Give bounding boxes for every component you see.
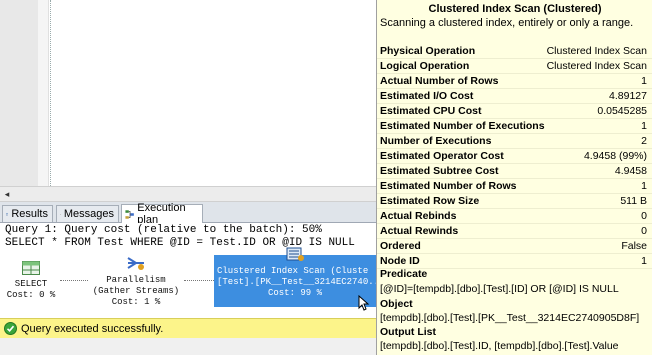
output-list-label: Output List: [380, 326, 436, 338]
tooltip-properties: Physical Operation Clustered Index Scan Lo…: [377, 44, 652, 269]
tooltip-property-row: Estimated I/O Cost 4.89127: [377, 89, 652, 104]
editor-outline-guide: [50, 0, 51, 186]
plan-node-select-name: SELECT: [14, 279, 48, 289]
object-value: [tempdb].[dbo].[Test].[PK__Test__3214EC2…: [380, 312, 640, 324]
results-tab-bar: Results Messages Execution plan: [0, 202, 376, 226]
property-value: 1: [641, 120, 647, 132]
tooltip-property-row: Logical Operation Clustered Index Scan: [377, 59, 652, 74]
property-name: Estimated I/O Cost: [380, 90, 474, 102]
property-name: Estimated Row Size: [380, 195, 480, 207]
window-bottom-area: [0, 338, 376, 355]
status-bar: Query executed successfully.: [0, 318, 376, 338]
plan-node-cis-object: [Test].[PK__Test__3214EC2740...: [217, 277, 385, 287]
plan-node-parallelism[interactable]: Parallelism (Gather Streams) Cost: 1 %: [86, 257, 186, 308]
tooltip-property-row: Actual Number of Rows 1: [377, 74, 652, 89]
plan-node-select-cost: Cost: 0 %: [6, 290, 56, 300]
tooltip-property-row: Number of Executions 2: [377, 134, 652, 149]
tab-messages-label: Messages: [63, 208, 114, 220]
property-value: Clustered Index Scan: [546, 60, 647, 72]
property-value: 1: [641, 180, 647, 192]
clustered-index-scan-icon: [286, 247, 304, 261]
plan-node-clustered-index-scan[interactable]: Clustered Index Scan (Cluste [Test].[PK_…: [214, 247, 385, 307]
parallelism-operator-icon: [127, 257, 144, 270]
property-name: Actual Rebinds: [380, 210, 457, 222]
plan-connector: [60, 280, 88, 281]
property-name: Estimated Number of Executions: [380, 120, 545, 132]
property-name: Estimated Operator Cost: [380, 150, 504, 162]
property-name: Logical Operation: [380, 60, 470, 72]
predicate-label: Predicate: [380, 268, 428, 280]
property-name: Estimated CPU Cost: [380, 105, 482, 117]
property-value: 2: [641, 135, 647, 147]
property-value: 4.9458 (99%): [583, 150, 647, 162]
property-value: False: [621, 240, 647, 252]
property-value: 1: [641, 75, 647, 87]
tooltip-property-row: Estimated Row Size 511 B: [377, 194, 652, 209]
success-check-icon: [4, 322, 17, 335]
tab-results-label: Results: [11, 208, 48, 220]
tooltip-property-row: Estimated Number of Rows 1: [377, 179, 652, 194]
tooltip-property-row: Ordered False: [377, 239, 652, 254]
tab-messages[interactable]: Messages: [56, 205, 119, 222]
property-name: Ordered: [380, 240, 421, 252]
operator-tooltip: Clustered Index Scan (Clustered) Scannin…: [376, 0, 652, 355]
predicate-value: [@ID]=[tempdb].[dbo].[Test].[ID] OR [@ID…: [380, 283, 619, 295]
output-list-value: [tempdb].[dbo].[Test].ID, [tempdb].[dbo]…: [380, 340, 619, 352]
plan-connector: [184, 280, 216, 281]
property-name: Actual Number of Rows: [380, 75, 499, 87]
tooltip-property-row: Actual Rewinds 0: [377, 224, 652, 239]
property-value: 0: [641, 225, 647, 237]
property-value: 4.89127: [609, 90, 647, 102]
plan-node-cis-cost: Cost: 99 %: [267, 288, 322, 298]
tooltip-title: Clustered Index Scan (Clustered): [428, 3, 602, 15]
plan-node-parallelism-detail: (Gather Streams): [92, 286, 180, 296]
property-value: 0: [641, 210, 647, 222]
execution-plan-icon: [125, 209, 134, 219]
object-label: Object: [380, 298, 413, 310]
property-value: 0.0545285: [597, 105, 647, 117]
tooltip-property-row: Estimated Operator Cost 4.9458 (99%): [377, 149, 652, 164]
property-name: Node ID: [380, 255, 420, 267]
editor-indicator-margin: [38, 0, 49, 186]
plan-node-cis-name: Clustered Index Scan (Cluste: [217, 266, 369, 276]
status-text: Query executed successfully.: [21, 322, 164, 335]
tooltip-property-row: Actual Rebinds 0: [377, 209, 652, 224]
plan-node-parallelism-cost: Cost: 1 %: [111, 297, 161, 307]
property-name: Estimated Number of Rows: [380, 180, 517, 192]
query-editor[interactable]: [0, 0, 377, 186]
tooltip-description: Scanning a clustered index, entirely or …: [380, 17, 634, 29]
plan-node-parallelism-name: Parallelism: [106, 275, 166, 285]
tooltip-property-row: Estimated Number of Executions 1: [377, 119, 652, 134]
execution-plan-pane: Query 1: Query cost (relative to the bat…: [0, 223, 385, 318]
property-name: Physical Operation: [380, 45, 476, 57]
tab-execution-plan[interactable]: Execution plan: [121, 202, 203, 226]
plan-node-select[interactable]: SELECT Cost: 0 %: [4, 261, 58, 301]
tooltip-property-row: Node ID 1: [377, 254, 652, 269]
property-name: Actual Rewinds: [380, 225, 459, 237]
property-name: Estimated Subtree Cost: [380, 165, 499, 177]
scroll-left-arrow-icon[interactable]: ◂: [2, 189, 12, 199]
tooltip-property-row: Physical Operation Clustered Index Scan: [377, 44, 652, 59]
property-value: 511 B: [620, 195, 647, 207]
messages-icon: [60, 213, 61, 215]
mouse-cursor-icon: [358, 295, 370, 311]
query-cost-line: Query 1: Query cost (relative to the bat…: [5, 224, 322, 236]
property-value: 1: [641, 255, 647, 267]
editor-gutter: [0, 0, 38, 186]
select-operator-icon: [22, 261, 40, 275]
editor-horizontal-scrollbar[interactable]: ◂: [0, 186, 376, 202]
property-name: Number of Executions: [380, 135, 492, 147]
property-value: 4.9458: [614, 165, 647, 177]
tooltip-property-row: Estimated CPU Cost 0.0545285: [377, 104, 652, 119]
results-grid-icon: [6, 212, 9, 216]
tab-results[interactable]: Results: [2, 205, 53, 222]
tooltip-property-row: Estimated Subtree Cost 4.9458: [377, 164, 652, 179]
property-value: Clustered Index Scan: [546, 45, 647, 57]
